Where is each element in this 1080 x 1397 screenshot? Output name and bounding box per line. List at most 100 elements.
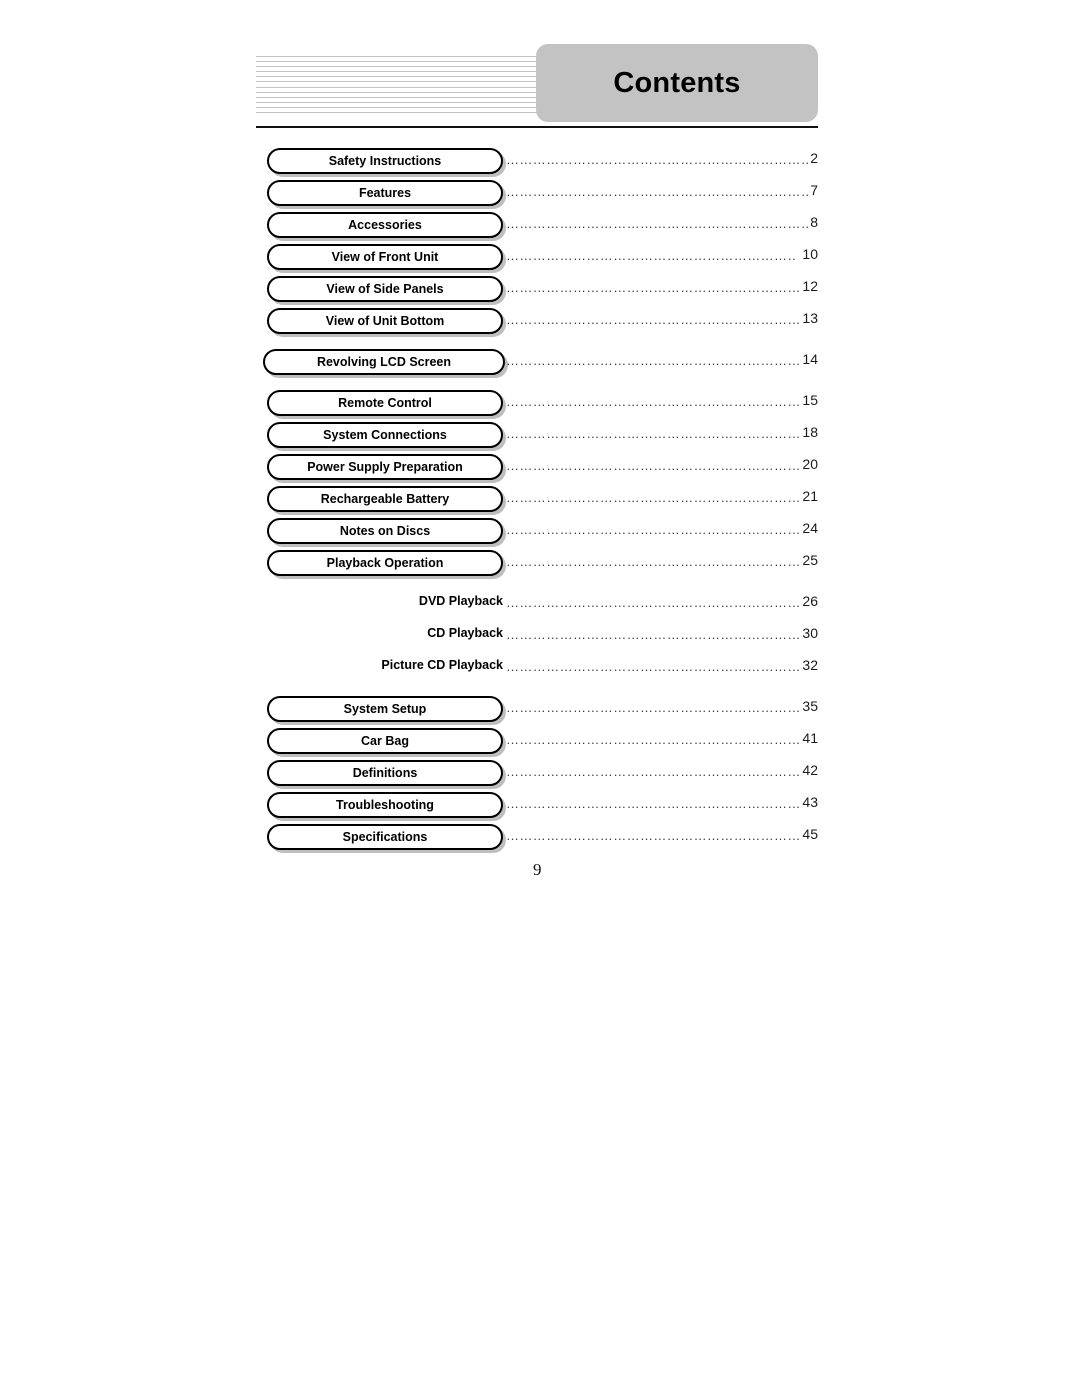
toc-section-label: View of Side Panels [326,281,444,296]
toc-subsection-label[interactable]: DVD Playback [419,595,503,608]
toc-row[interactable]: View of Side Panels ………………………………………………………… [256,276,818,308]
toc-row[interactable]: Power Supply Preparation …………………………………………… [256,454,818,486]
toc-page-number: 35 [802,698,818,714]
toc-section-button[interactable]: System Setup [267,696,503,722]
toc-page-cell: ……………………………………………………………………………………30 [506,623,818,653]
toc-row[interactable]: System Setup …………………………………………………………………………… [256,696,818,728]
toc-page-cell: ……………………………………………………………………………………25 [506,550,818,580]
folio-page-number: 9 [533,860,542,879]
toc-section-button[interactable]: View of Side Panels [267,276,503,302]
toc-page-cell: ……………………………………………………………………………………41 [506,728,818,758]
toc-section-label: Power Supply Preparation [307,459,463,474]
toc-section-button[interactable]: Power Supply Preparation [267,454,503,480]
toc-row[interactable]: Troubleshooting …………………………………………………………………… [256,792,818,824]
toc-page-number: 12 [802,278,818,294]
toc-row[interactable]: Safety Instructions ………………………………………………………… [256,148,818,180]
toc-entry-label-cell: Revolving LCD Screen [256,349,506,379]
toc-section-button[interactable]: Specifications [267,824,503,850]
toc-page-cell: ……………………………………………………………………………………42 [506,760,818,790]
decorative-line [256,106,546,108]
toc-section-label: View of Unit Bottom [325,313,445,328]
decorative-line [256,56,546,57]
toc-page-cell: ……………………………………………………………………………………32 [506,655,818,685]
decorative-line [256,71,546,73]
dot-leader: …………………………………………………………………………………… [506,628,801,641]
toc-section-button[interactable]: Troubleshooting [267,792,503,818]
toc-page-cell: ……………………………………………………………………………………12 [506,276,818,306]
toc-section-button[interactable]: View of Front Unit [267,244,503,270]
toc-row[interactable]: Car Bag ……………………………………………………………………………………4… [256,728,818,760]
toc-section-label: Remote Control [338,395,432,410]
toc-row[interactable]: View of Unit Bottom ………………………………………………………… [256,308,818,340]
toc-section-label: System Setup [343,701,427,716]
toc-section-button[interactable]: Rechargeable Battery [267,486,503,512]
toc-page-number: 7 [810,182,818,198]
toc-page-number: 41 [802,730,818,746]
toc-page-cell: ……………………………………………………………………………………18 [506,422,818,452]
toc-section-button[interactable]: Features [267,180,503,206]
toc-page-number: 25 [802,552,818,568]
toc-entry-label-cell: DVD Playback [256,591,506,621]
toc-row[interactable]: View of Front Unit …………………………………………………………… [256,244,818,276]
toc-row[interactable]: DVD Playback…………………………………………………………………………… [256,591,818,623]
decorative-line [256,101,546,103]
table-of-contents: Safety Instructions ………………………………………………………… [256,148,818,856]
page-header: Contents [256,44,818,122]
toc-section-button[interactable]: Revolving LCD Screen [263,349,505,375]
toc-page-cell: ……………………………………………………………………………………20 [506,454,818,484]
dot-leader: …………………………………………………………………………………… [506,555,801,568]
toc-entry-label-cell: Accessories [256,212,506,242]
dot-leader: …………………………………………………………………………………… [506,395,801,408]
decorative-line [256,66,546,68]
toc-subsection-label[interactable]: CD Playback [427,627,503,640]
toc-row[interactable]: Definitions ……………………………………………………………………………… [256,760,818,792]
dot-leader: …………………………………………………………………………………… [506,523,801,536]
toc-subsection-label[interactable]: Picture CD Playback [381,659,503,672]
toc-row[interactable]: Features ……………………………………………………………………………………… [256,180,818,212]
contents-badge: Contents [536,44,818,122]
toc-row[interactable]: Revolving LCD Screen ……………………………………………………… [256,349,818,381]
toc-row[interactable]: Rechargeable Battery ……………………………………………………… [256,486,818,518]
toc-row[interactable]: Accessories ……………………………………………………………………………… [256,212,818,244]
toc-section-button[interactable]: Car Bag [267,728,503,754]
toc-section-button[interactable]: System Connections [267,422,503,448]
toc-row[interactable]: Picture CD Playback………………………………………………………… [256,655,818,687]
toc-page-number: 14 [802,351,818,367]
toc-section-button[interactable]: Playback Operation [267,550,503,576]
toc-section-button[interactable]: Accessories [267,212,503,238]
toc-page-number: 24 [802,520,818,536]
toc-section-button[interactable]: Definitions [267,760,503,786]
toc-entry-label-cell: Notes on Discs [256,518,506,548]
toc-row[interactable]: System Connections …………………………………………………………… [256,422,818,454]
toc-row[interactable]: CD Playback……………………………………………………………………………… [256,623,818,655]
toc-page-number: 8 [810,214,818,230]
toc-page-cell: ……………………………………………………………………………………15 [506,390,818,420]
toc-row[interactable]: Playback Operation …………………………………………………………… [256,550,818,582]
toc-section-button[interactable]: Remote Control [267,390,503,416]
dot-leader: …………………………………………………………………………………… [506,733,801,746]
dot-leader: …………………………………………………………………………………… [506,185,809,198]
decorative-line [256,91,546,93]
toc-section-label: Notes on Discs [339,523,431,538]
decorative-lines [256,56,546,113]
decorative-line [256,86,546,88]
dot-leader: …………………………………………………………………………………… [506,765,801,778]
dot-leader: …………………………………………………………………………………… [506,660,801,673]
toc-page-number: 45 [802,826,818,842]
toc-section-button[interactable]: Notes on Discs [267,518,503,544]
toc-row[interactable]: Remote Control ……………………………………………………………………… [256,390,818,422]
toc-section-button[interactable]: View of Unit Bottom [267,308,503,334]
toc-row[interactable]: Specifications ……………………………………………………………………… [256,824,818,856]
toc-row[interactable]: Notes on Discs ……………………………………………………………………… [256,518,818,550]
toc-page-cell: …………………………………………………………………………………… 10 [506,244,818,274]
toc-section-label: System Connections [323,427,447,442]
toc-section-label: Troubleshooting [336,797,434,812]
toc-section-label: View of Front Unit [331,249,439,264]
toc-page-cell: ……………………………………………………………………………………43 [506,792,818,822]
toc-section-label: Safety Instructions [328,153,442,168]
page-title: Contents [613,66,741,99]
toc-page-cell: ……………………………………………………………………………………35 [506,696,818,726]
toc-section-button[interactable]: Safety Instructions [267,148,503,174]
toc-page-cell: ……………………………………………………………………………………14 [506,349,818,379]
toc-section-label: Rechargeable Battery [320,491,450,506]
